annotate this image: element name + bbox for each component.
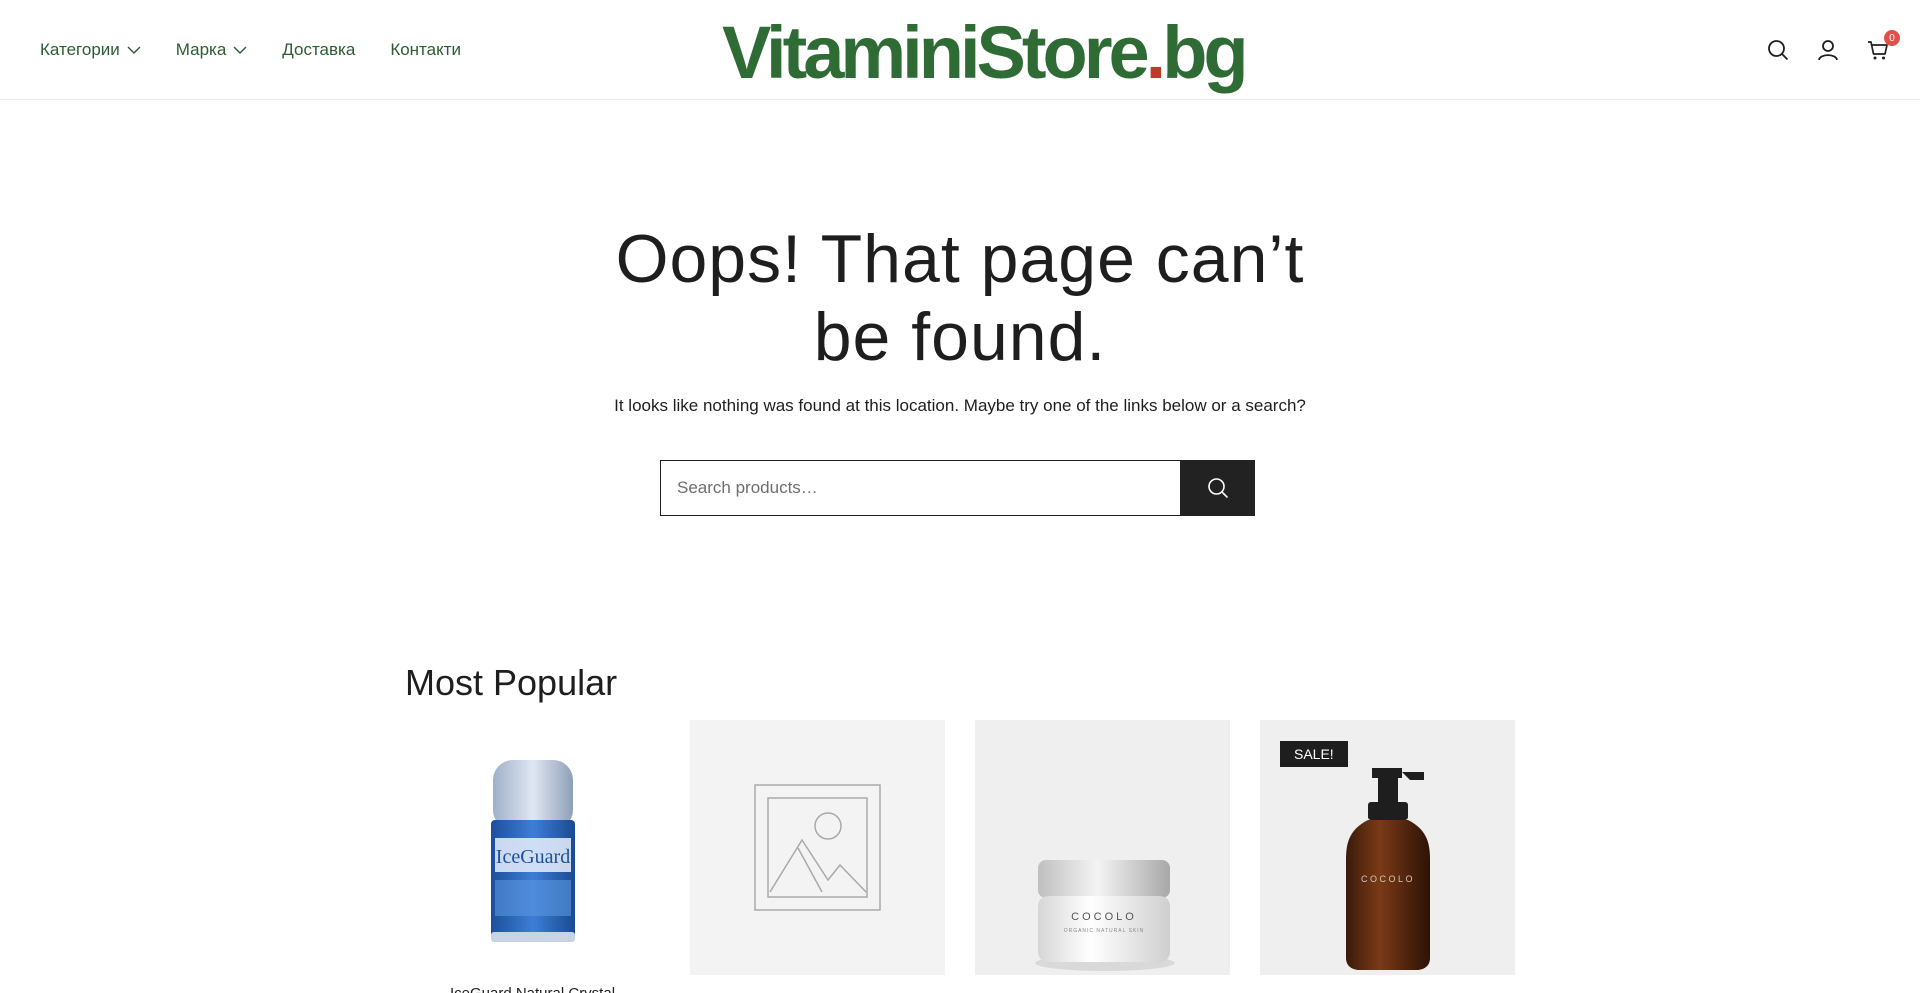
- product-image-deodorant[interactable]: IceGuard: [405, 720, 660, 975]
- nav-item-label: Доставка: [282, 40, 356, 59]
- product-name[interactable]: IceGuard Natural Crystal: [405, 985, 660, 993]
- svg-text:COCOLO: COCOLO: [1361, 874, 1415, 884]
- product-image-cream-jar[interactable]: COCOLO ORGANIC NATURAL SKIN: [975, 720, 1230, 975]
- search-input[interactable]: [660, 460, 1180, 516]
- product-image-placeholder[interactable]: [690, 720, 945, 975]
- product-card[interactable]: COCOLO ORGANIC NATURAL SKIN: [975, 720, 1230, 993]
- product-search-form: [660, 460, 1255, 516]
- page-subtitle: It looks like nothing was found at this …: [614, 396, 1306, 415]
- site-logo[interactable]: VitaminiStore.bg: [722, 14, 1249, 92]
- search-button[interactable]: [1180, 460, 1255, 516]
- search-icon[interactable]: [1766, 38, 1790, 62]
- chevron-down-icon: [233, 46, 247, 54]
- nav-item-delivery[interactable]: Доставка: [282, 40, 355, 60]
- nav-item-categories[interactable]: Категории: [40, 40, 141, 60]
- svg-text:ORGANIC NATURAL SKIN: ORGANIC NATURAL SKIN: [1064, 928, 1145, 934]
- product-card[interactable]: [690, 720, 945, 993]
- product-grid: IceGuard IceGuard Natural Crystal: [405, 720, 1515, 993]
- logo-text: VitaminiStore.bg: [722, 11, 1249, 94]
- nav-item-label: Категории: [40, 40, 120, 59]
- nav-item-contacts[interactable]: Контакти: [390, 40, 461, 60]
- account-icon[interactable]: [1816, 38, 1840, 62]
- product-card[interactable]: SALE! COCOLO: [1260, 720, 1515, 993]
- header-icons: 0: [1766, 0, 1900, 100]
- main-nav: Категории Марка Доставка Контакти: [40, 0, 496, 100]
- most-popular-title: Most Popular: [405, 662, 618, 703]
- svg-text:IceGuard: IceGuard: [496, 846, 570, 868]
- nav-item-brand[interactable]: Марка: [176, 40, 248, 60]
- site-header: Категории Марка Доставка Контакти Vitami…: [0, 0, 1920, 100]
- sale-badge: SALE!: [1280, 741, 1348, 767]
- product-card[interactable]: IceGuard IceGuard Natural Crystal: [405, 720, 660, 993]
- svg-text:COCOLO: COCOLO: [1071, 911, 1137, 923]
- search-icon: [1207, 478, 1228, 499]
- nav-item-label: Контакти: [390, 40, 462, 59]
- nav-item-label: Марка: [175, 40, 227, 59]
- page-title: Oops! That page can’t be found.: [615, 221, 1305, 375]
- cart-icon[interactable]: 0: [1866, 30, 1900, 62]
- chevron-down-icon: [127, 46, 141, 54]
- cart-count-badge: 0: [1884, 30, 1900, 46]
